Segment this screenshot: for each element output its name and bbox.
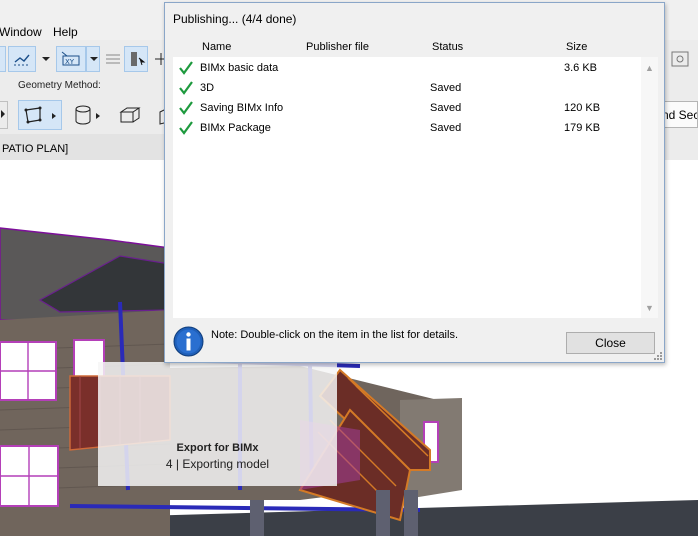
checkmark-icon — [179, 121, 193, 135]
guide-icon[interactable] — [8, 46, 36, 72]
snap-icon[interactable] — [0, 46, 6, 72]
publish-items-list[interactable]: BIMx basic data 3.6 KB 3D Saved Saving B… — [173, 57, 641, 318]
selection-icon[interactable] — [124, 46, 148, 72]
checkmark-icon — [179, 101, 193, 115]
cylinder-icon[interactable] — [68, 100, 102, 130]
hatch-icon[interactable] — [100, 46, 124, 72]
chevron-down-icon[interactable] — [86, 46, 100, 72]
column-header-name[interactable]: Name — [202, 41, 231, 53]
close-button[interactable]: Close — [566, 332, 655, 354]
list-item[interactable]: BIMx basic data 3.6 KB — [173, 58, 641, 78]
item-name: BIMx basic data — [200, 62, 279, 74]
note-text: Note: Double-click on the item in the li… — [211, 329, 459, 341]
menu-help[interactable]: Help — [53, 25, 78, 39]
view-tab-title[interactable]: PATIO PLAN] — [2, 143, 68, 155]
column-header-publisher-file[interactable]: Publisher file — [306, 41, 369, 53]
list-header: Name Publisher file Status Size — [165, 41, 641, 57]
export-progress-panel: Export for BIMx 4 | Exporting model — [98, 362, 337, 486]
checkmark-icon — [179, 81, 193, 95]
scroll-up-icon[interactable]: ▲ — [645, 63, 654, 73]
list-item[interactable]: 3D Saved — [173, 78, 641, 98]
item-size: 120 KB — [564, 102, 601, 114]
column-header-size[interactable]: Size — [566, 41, 587, 53]
item-name: Saving BIMx Info — [200, 102, 284, 114]
coordinate-icon[interactable]: XY — [56, 46, 86, 72]
geometry-method-label: Geometry Method: — [18, 80, 101, 91]
list-item[interactable]: Saving BIMx Info Saved 120 KB — [173, 98, 641, 118]
column-header-status[interactable]: Status — [432, 41, 463, 53]
publishing-dialog: Publishing... (4/4 done) Name Publisher … — [164, 2, 665, 363]
progress-status: 4 | Exporting model — [165, 457, 270, 471]
item-size: 3.6 KB — [564, 62, 598, 74]
item-status: Saved — [430, 122, 462, 134]
settings-icon[interactable] — [670, 48, 692, 70]
list-scrollbar[interactable]: ▲ ▼ — [641, 57, 658, 318]
item-status: Saved — [430, 102, 462, 114]
dialog-title: Publishing... (4/4 done) — [173, 12, 297, 26]
progress-title: Export for BIMx — [176, 442, 259, 454]
list-item[interactable]: BIMx Package Saved 179 KB — [173, 118, 641, 138]
info-icon — [173, 326, 204, 357]
item-name: BIMx Package — [200, 122, 271, 134]
resize-grip-icon[interactable] — [653, 351, 663, 361]
item-name: 3D — [200, 82, 215, 94]
checkmark-icon — [179, 61, 193, 75]
menu-window[interactable]: Window — [0, 25, 42, 39]
box-icon[interactable] — [114, 100, 144, 130]
item-size: 179 KB — [564, 122, 601, 134]
polygon-icon[interactable] — [18, 100, 62, 130]
scroll-down-icon[interactable]: ▼ — [645, 303, 654, 313]
item-status: Saved — [430, 82, 462, 94]
chevron-right-icon[interactable] — [0, 101, 8, 129]
chevron-down-icon[interactable] — [38, 46, 52, 72]
svg-text:XY: XY — [65, 58, 75, 66]
